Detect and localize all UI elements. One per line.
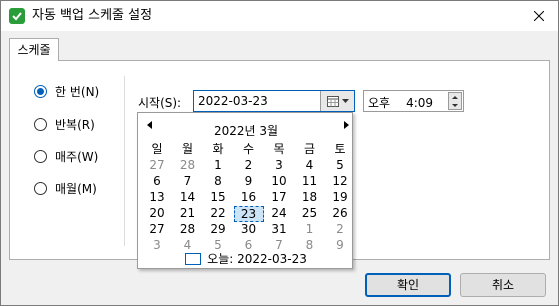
- weekday-header: 일: [151, 142, 163, 156]
- calendar-day[interactable]: 29: [203, 222, 233, 238]
- dialog-window: 자동 백업 스케줄 설정 스케줄 한 번(N) 반복(R) 매주(W) 매월(M…: [0, 0, 559, 306]
- radio-once[interactable]: 한 번(N): [34, 83, 99, 100]
- weekday-header: 토: [334, 142, 346, 156]
- radio-label: 반복(R): [55, 118, 95, 132]
- calendar-day[interactable]: 4: [295, 158, 325, 174]
- calendar-day[interactable]: 25: [295, 206, 325, 222]
- weekday-header: 수: [242, 142, 255, 156]
- cancel-button[interactable]: 취소: [460, 273, 546, 297]
- vertical-divider: [124, 76, 125, 246]
- spin-up-button[interactable]: [449, 93, 461, 101]
- radio-button[interactable]: [34, 182, 47, 195]
- calendar-day[interactable]: 31: [264, 222, 294, 238]
- start-date-picker[interactable]: 2022-03-23: [193, 90, 355, 112]
- calendar-day[interactable]: 10: [264, 174, 294, 190]
- calendar-day[interactable]: 14: [173, 190, 203, 206]
- calendar-day[interactable]: 23: [233, 206, 264, 222]
- app-check-icon: [9, 8, 25, 24]
- calendar-day[interactable]: 21: [173, 206, 203, 222]
- calendar-day[interactable]: 30: [234, 222, 264, 238]
- title-bar: 자동 백업 스케줄 설정: [1, 1, 558, 31]
- radio-monthly[interactable]: 매월(M): [34, 180, 97, 197]
- start-date-value[interactable]: 2022-03-23: [198, 94, 268, 108]
- ok-button[interactable]: 확인: [365, 273, 451, 297]
- calendar-day[interactable]: 28: [173, 158, 203, 174]
- calendar-day[interactable]: 2: [234, 158, 264, 174]
- radio-button[interactable]: [34, 118, 47, 131]
- calendar-day[interactable]: 9: [234, 174, 264, 190]
- calendar-popup: 2022년 3월 일 월 화 수 목 금 토 27 28 1 2 3 4 5 6 7 8 9 10 11 12 13 14 1…: [137, 112, 353, 269]
- time-hm: 4:09: [406, 96, 434, 110]
- calendar-day[interactable]: 28: [173, 222, 203, 238]
- today-label: 오늘: 2022-03-23: [207, 252, 307, 266]
- calendar-day[interactable]: 27: [142, 222, 172, 238]
- calendar-day[interactable]: 26: [325, 206, 355, 222]
- calendar-day[interactable]: 12: [325, 174, 355, 190]
- calendar-day[interactable]: 7: [173, 174, 203, 190]
- weekday-header: 월: [181, 142, 194, 156]
- arrow-up-icon: [452, 95, 458, 99]
- time-value[interactable]: 오후 4:09: [368, 94, 433, 111]
- calendar-day[interactable]: 27: [142, 158, 172, 174]
- time-spinner[interactable]: [448, 92, 462, 110]
- today-marker-icon: [185, 252, 202, 265]
- weekday-header: 목: [273, 142, 285, 156]
- calendar-day[interactable]: 16: [234, 190, 264, 206]
- calendar-day[interactable]: 17: [264, 190, 294, 206]
- window-title: 자동 백업 스케줄 설정: [32, 8, 153, 23]
- calendar-day[interactable]: 6: [142, 174, 172, 190]
- calendar-day[interactable]: 1: [295, 222, 325, 238]
- date-dropdown-button[interactable]: [320, 91, 354, 111]
- radio-weekly[interactable]: 매주(W): [34, 148, 98, 165]
- start-label: 시작(S):: [138, 96, 182, 110]
- calendar-day[interactable]: 18: [295, 190, 325, 206]
- time-ampm: 오후: [368, 96, 391, 110]
- close-icon: [534, 11, 544, 21]
- calendar-day[interactable]: 5: [325, 158, 355, 174]
- radio-button[interactable]: [34, 85, 47, 98]
- calendar-day[interactable]: 20: [142, 206, 172, 222]
- radio-button[interactable]: [34, 150, 47, 163]
- chevron-down-icon: [341, 99, 349, 103]
- tab-schedule[interactable]: 스케줄: [9, 38, 59, 61]
- radio-label: 매월(M): [55, 182, 97, 196]
- calendar-day[interactable]: 2: [325, 222, 355, 238]
- radio-repeat[interactable]: 반복(R): [34, 116, 95, 133]
- calendar-day[interactable]: 19: [325, 190, 355, 206]
- weekday-header: 금: [303, 142, 316, 156]
- arrow-down-icon: [452, 103, 458, 107]
- radio-label: 한 번(N): [55, 85, 100, 99]
- calendar-day[interactable]: 3: [264, 158, 294, 174]
- close-button[interactable]: [528, 5, 550, 27]
- start-time-field[interactable]: 오후 4:09: [363, 90, 464, 112]
- next-month-button[interactable]: [341, 121, 351, 131]
- calendar-day[interactable]: 22: [203, 206, 233, 222]
- calendar-icon: [326, 95, 339, 107]
- calendar-day[interactable]: 11: [295, 174, 325, 190]
- radio-label: 매주(W): [55, 150, 99, 164]
- chevron-right-icon: [343, 121, 349, 129]
- calendar-day[interactable]: 15: [203, 190, 233, 206]
- today-link[interactable]: 오늘: 2022-03-23: [138, 250, 354, 267]
- weekday-header: 화: [212, 142, 224, 156]
- calendar-month-title[interactable]: 2022년 3월: [138, 122, 354, 139]
- calendar-day[interactable]: 13: [142, 190, 172, 206]
- calendar-day[interactable]: 8: [203, 174, 233, 190]
- calendar-day[interactable]: 1: [203, 158, 233, 174]
- spin-down-button[interactable]: [449, 101, 461, 109]
- calendar-day[interactable]: 24: [264, 206, 294, 222]
